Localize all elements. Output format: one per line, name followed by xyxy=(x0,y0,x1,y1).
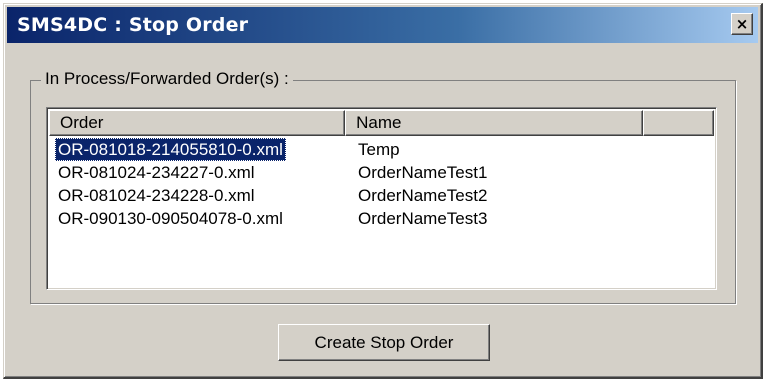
groupbox-label: In Process/Forwarded Order(s) : xyxy=(41,69,293,89)
title-bar[interactable]: SMS4DC : Stop Order × xyxy=(7,7,758,43)
column-header-order[interactable]: Order xyxy=(49,110,346,136)
list-row[interactable]: OR-081024-234227-0.xml OrderNameTest1 xyxy=(49,161,714,184)
order-filename: OR-090130-090504078-0.xml xyxy=(58,209,283,228)
order-cell: OR-081024-234227-0.xml xyxy=(49,161,346,184)
close-button[interactable]: × xyxy=(731,13,753,35)
column-header-empty[interactable] xyxy=(643,110,714,136)
list-row[interactable]: OR-081018-214055810-0.xml Temp xyxy=(49,138,714,161)
order-filename: OR-081024-234227-0.xml xyxy=(58,163,255,182)
order-filename: OR-081018-214055810-0.xml xyxy=(55,138,286,161)
create-stop-order-button[interactable]: Create Stop Order xyxy=(278,324,490,361)
name-cell: OrderNameTest2 xyxy=(358,186,488,205)
list-row[interactable]: OR-090130-090504078-0.xml OrderNameTest3 xyxy=(49,207,714,230)
order-cell: OR-081018-214055810-0.xml xyxy=(49,138,346,161)
order-filename: OR-081024-234228-0.xml xyxy=(58,186,255,205)
window-title: SMS4DC : Stop Order xyxy=(17,14,249,36)
orders-list[interactable]: Order Name OR-081018-214055810-0.xml Tem… xyxy=(46,107,717,290)
name-cell: OrderNameTest1 xyxy=(358,163,488,182)
name-cell: Temp xyxy=(358,140,400,159)
close-icon: × xyxy=(735,14,749,33)
list-rows: OR-081018-214055810-0.xml Temp OR-081024… xyxy=(49,138,714,230)
order-cell: OR-090130-090504078-0.xml xyxy=(49,207,346,230)
list-row[interactable]: OR-081024-234228-0.xml OrderNameTest2 xyxy=(49,184,714,207)
order-cell: OR-081024-234228-0.xml xyxy=(49,184,346,207)
column-header-name[interactable]: Name xyxy=(345,110,644,136)
list-header: Order Name xyxy=(49,110,714,136)
name-cell: OrderNameTest3 xyxy=(358,209,488,228)
